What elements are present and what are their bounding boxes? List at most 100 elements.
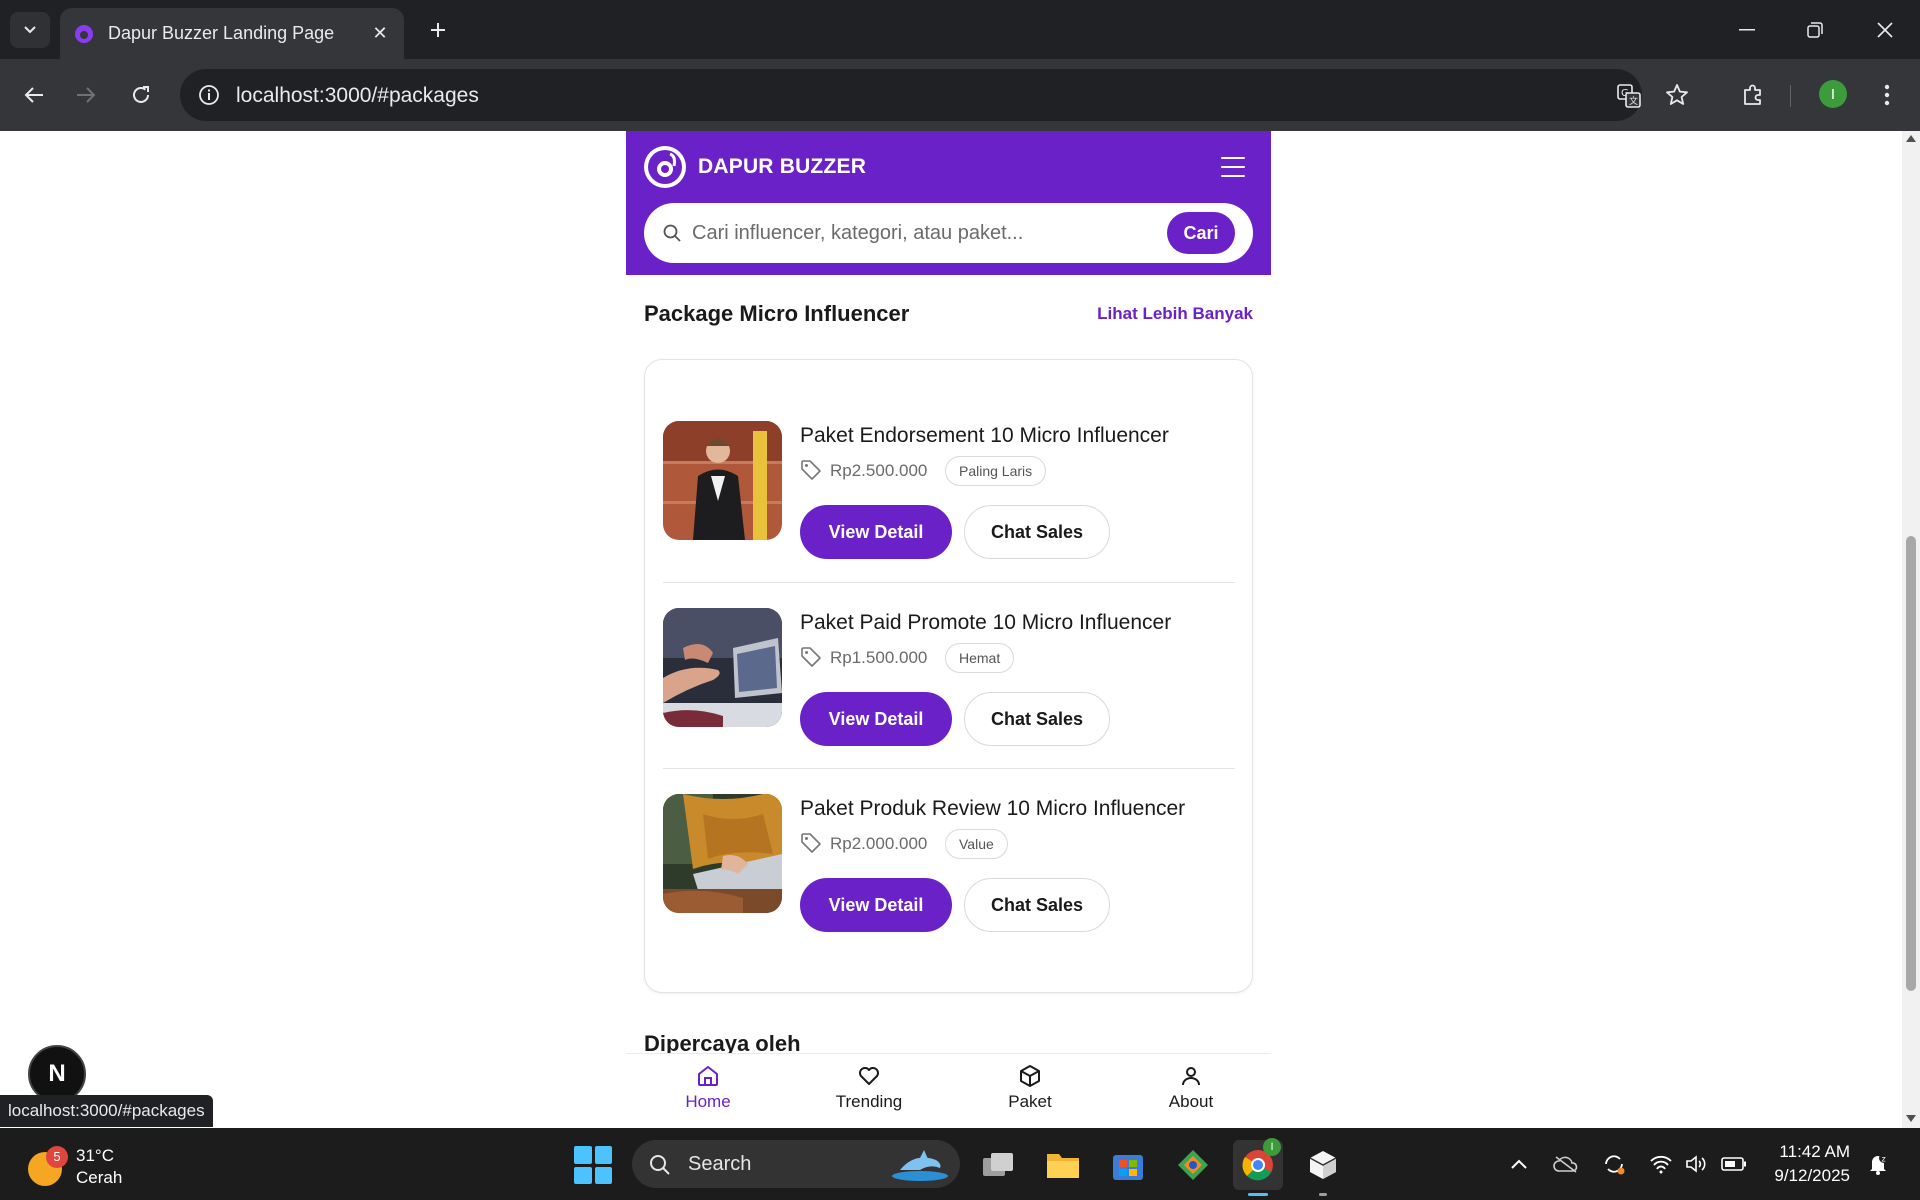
close-icon [1877,22,1893,38]
package-title[interactable]: Paket Endorsement 10 Micro Influencer [800,424,1169,448]
see-more-link[interactable]: Lihat Lebih Banyak [1097,304,1253,324]
onedrive-icon[interactable] [1552,1150,1580,1178]
close-window-button[interactable] [1860,10,1910,50]
browser-tab-active[interactable]: Dapur Buzzer Landing Page ✕ [60,8,404,59]
package-badge: Value [945,829,1008,859]
nav-item-trending[interactable]: Trending [814,1064,924,1122]
plus-icon [431,23,445,37]
sync-icon[interactable] [1600,1150,1628,1178]
price-tag-icon [801,647,821,667]
status-bar-url: localhost:3000/#packages [0,1095,213,1127]
package-item: Paket Endorsement 10 Micro Influencer Rp… [663,421,1235,581]
weather-temperature: 31°C [76,1146,114,1165]
start-button[interactable] [574,1146,612,1184]
weather-widget[interactable]: 5 31°C Cerah [28,1140,148,1188]
site-favicon-icon [75,24,93,43]
new-tab-button[interactable] [420,14,456,46]
svg-text:文: 文 [1629,95,1638,107]
back-button[interactable] [14,75,54,115]
view-detail-button[interactable]: View Detail [800,878,952,932]
package-thumbnail[interactable] [663,421,782,540]
page-viewport: DAPUR BUZZER Cari Package Micro Influenc… [0,131,1920,1128]
package-item: Paket Produk Review 10 Micro Influencer … [663,794,1235,954]
chat-sales-button[interactable]: Chat Sales [964,878,1110,932]
logo-icon [648,150,682,184]
nav-item-paket[interactable]: Paket [975,1064,1085,1122]
tab-close-icon[interactable]: ✕ [368,23,392,44]
nav-label: Home [685,1092,731,1111]
tray-overflow-chevron-icon[interactable] [1505,1150,1533,1178]
scroll-up-icon[interactable] [1906,135,1916,142]
package-item: Paket Paid Promote 10 Micro Influencer R… [663,608,1235,768]
nav-item-about[interactable]: About [1136,1064,1246,1122]
wifi-icon[interactable] [1647,1150,1675,1178]
section-title: Package Micro Influencer [644,301,910,326]
box-icon [1020,1065,1040,1087]
restore-button[interactable] [1790,10,1840,50]
clock-date: 9/12/2025 [1774,1166,1850,1185]
nav-item-home[interactable]: Home [653,1064,763,1122]
microsoft-store-icon[interactable] [1103,1140,1153,1190]
arrow-left-icon [24,87,43,103]
bookmark-star-icon[interactable] [1657,75,1697,115]
taskbar-search[interactable]: Search [632,1140,960,1188]
taskbar-clock[interactable]: 11:42 AM 9/12/2025 [1774,1140,1850,1188]
brand-logo[interactable] [644,146,686,188]
package-title[interactable]: Paket Paid Promote 10 Micro Influencer [800,611,1171,635]
file-explorer-icon[interactable] [1038,1140,1088,1190]
view-detail-button[interactable]: View Detail [800,692,952,746]
reload-icon [133,86,149,103]
section-header: Package Micro Influencer Lihat Lebih Ban… [644,301,1253,331]
battery-icon[interactable] [1720,1150,1748,1178]
scroll-thumb[interactable] [1906,536,1916,991]
package-thumbnail[interactable] [663,608,782,727]
package-price: Rp2.500.000 [830,461,928,480]
minimize-icon [1739,29,1755,31]
reload-button[interactable] [121,75,161,115]
app-cube-icon[interactable] [1298,1140,1348,1196]
price-tag-icon [801,460,821,480]
forward-button[interactable] [66,75,106,115]
address-bar[interactable]: localhost:3000/#packages G文 [180,69,1642,121]
mobile-app-frame: DAPUR BUZZER Cari Package Micro Influenc… [626,131,1271,1128]
tab-search-dropdown[interactable] [10,12,50,48]
dev-tool-icon[interactable] [1168,1140,1218,1190]
package-badge: Paling Laris [945,456,1047,486]
hamburger-menu-icon[interactable] [1221,157,1245,177]
page-scrollbar[interactable] [1902,131,1920,1128]
site-info-icon[interactable] [196,82,222,108]
search-icon [663,224,681,242]
search-button[interactable]: Cari [1167,212,1235,254]
restore-icon [1807,22,1823,38]
chat-sales-button[interactable]: Chat Sales [964,505,1110,559]
tab-title: Dapur Buzzer Landing Page [108,23,335,43]
chat-sales-button[interactable]: Chat Sales [964,692,1110,746]
scroll-down-icon[interactable] [1906,1115,1916,1122]
user-icon [1182,1067,1200,1086]
package-list-card: Paket Endorsement 10 Micro Influencer Rp… [644,359,1253,993]
nav-label: About [1168,1092,1214,1111]
minimize-button[interactable] [1722,10,1772,50]
volume-icon[interactable] [1683,1150,1711,1178]
heart-icon [859,1067,879,1085]
menu-kebab-icon[interactable] [1867,75,1907,115]
nav-label: Trending [835,1092,903,1111]
browser-tabbar: Dapur Buzzer Landing Page ✕ [0,0,1920,59]
notification-bell-icon[interactable]: z [1864,1150,1892,1178]
taskbar-search-label: Search [688,1153,752,1175]
search-icon [650,1155,670,1175]
clock-time: 11:42 AM [1779,1142,1850,1161]
translate-icon[interactable]: G文 [1614,81,1644,111]
price-tag-icon [801,833,821,853]
package-thumbnail[interactable] [663,794,782,913]
task-view-icon[interactable] [973,1140,1023,1190]
search-input[interactable] [692,217,1132,249]
active-indicator [1248,1193,1268,1196]
open-indicator [1319,1193,1327,1196]
chrome-taskbar-icon[interactable]: I [1233,1138,1283,1196]
view-detail-button[interactable]: View Detail [800,505,952,559]
package-title[interactable]: Paket Produk Review 10 Micro Influencer [800,797,1185,821]
profile-avatar[interactable]: I [1819,80,1847,108]
extensions-puzzle-icon[interactable] [1733,75,1773,115]
arrow-right-icon [77,87,96,103]
